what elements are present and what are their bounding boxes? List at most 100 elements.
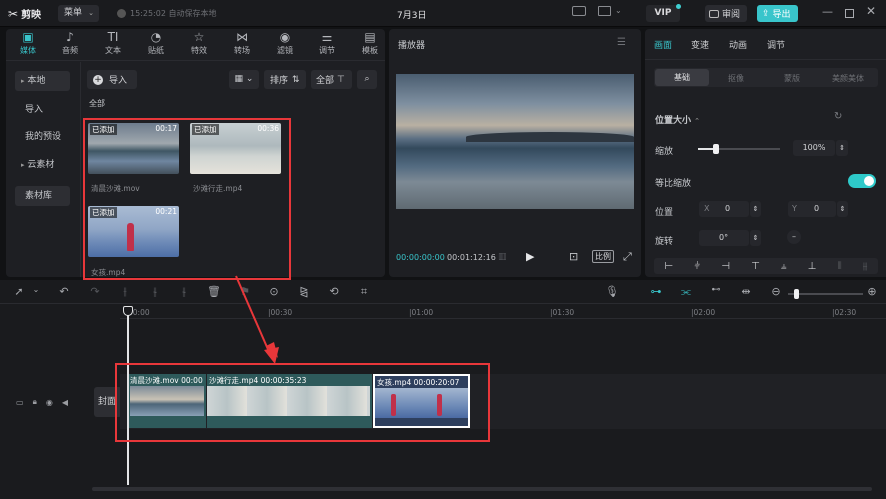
keyboard-icon[interactable] — [572, 6, 586, 16]
minimize-icon[interactable]: — — [822, 5, 833, 18]
play-icon[interactable]: ▶ — [526, 250, 534, 263]
tab-transition[interactable]: ⋈ 转场 — [227, 30, 257, 56]
mirror-icon[interactable]: ⧎ — [297, 285, 311, 298]
tab-template-label: 模板 — [362, 46, 378, 55]
playhead-handle[interactable] — [123, 306, 133, 316]
preview-axis-icon[interactable]: ⇹ — [738, 285, 754, 298]
menu-button[interactable]: 菜单 ⌄ — [58, 5, 99, 22]
subtab-basic[interactable]: 基础 — [655, 69, 709, 86]
delete-icon[interactable]: 🗑 — [207, 285, 221, 298]
position-x-input[interactable]: X0 — [699, 201, 749, 217]
maximize-icon[interactable] — [845, 9, 854, 18]
prop-tab-picture[interactable]: 画面 — [654, 38, 672, 51]
review-label: 审阅 — [722, 10, 741, 20]
cursor-mode-chevron-icon[interactable]: ⌄ — [29, 285, 43, 294]
align-top-icon[interactable]: ⊤ — [751, 261, 760, 272]
zoom-in-icon[interactable]: ⊕ — [866, 285, 878, 298]
layout-chevron-icon[interactable]: ⌄ — [615, 6, 622, 15]
split-right-icon[interactable]: ⫳ — [177, 285, 191, 299]
timeline-scrollbar[interactable] — [92, 487, 872, 491]
rotate-stepper[interactable]: ⇕ — [750, 230, 761, 246]
eye-icon[interactable]: ◉ — [46, 398, 53, 407]
undo-icon[interactable]: ↶ — [57, 285, 71, 298]
y-label: Y — [792, 204, 797, 213]
timecode-grid-icon[interactable]: ▥ — [498, 252, 507, 262]
sort-button[interactable]: 排序 ⇅ — [264, 70, 306, 89]
view-toggle-button[interactable]: ▦ ⌄ — [229, 70, 259, 89]
select-cursor-icon[interactable]: ➚ — [12, 285, 26, 298]
audio-icon: ♪ — [66, 30, 74, 44]
rotate-dial-icon[interactable]: – — [787, 230, 801, 244]
ratio-button[interactable]: 比例 — [592, 250, 614, 263]
close-icon[interactable]: ✕ — [866, 4, 876, 18]
search-button[interactable]: ⌕ — [357, 70, 377, 89]
tab-filter[interactable]: ◉ 滤镜 — [270, 30, 300, 56]
prop-tab-animation[interactable]: 动画 — [729, 38, 747, 51]
split-left-icon[interactable]: ⫳ — [148, 285, 162, 299]
align-left-icon[interactable]: ⊢ — [665, 261, 674, 272]
import-button[interactable]: + 导入 — [87, 70, 137, 89]
rotate-input[interactable]: 0° — [699, 230, 749, 246]
tab-sticker[interactable]: ◔ 贴纸 — [141, 30, 171, 56]
scale-slider-handle[interactable] — [712, 144, 719, 154]
subtab-beauty[interactable]: 美颜美体 — [832, 73, 864, 84]
filter-all-button[interactable]: 全部 ⊤ — [311, 70, 352, 89]
zoom-slider-handle[interactable] — [794, 289, 799, 299]
distribute-h-icon[interactable]: ⫴ — [837, 261, 841, 272]
align-bottom-icon[interactable]: ⊥ — [808, 261, 817, 272]
highlight-box — [83, 118, 291, 280]
sidebar-item-presets[interactable]: 我的预设 — [15, 127, 70, 147]
subtab-mask[interactable]: 蒙版 — [784, 73, 800, 84]
tab-text[interactable]: TI 文本 — [98, 30, 128, 56]
distribute-v-icon[interactable]: ⫵ — [863, 261, 868, 272]
sidebar-item-library[interactable]: 素材库 — [15, 186, 70, 206]
vip-button[interactable]: VIP — [646, 4, 681, 22]
tab-audio[interactable]: ♪ 音频 — [55, 30, 85, 56]
align-middle-v-icon[interactable]: ⫨ — [781, 261, 787, 272]
zoom-out-icon[interactable]: ⊖ — [770, 285, 782, 298]
check-circle-icon — [117, 9, 126, 18]
link-icon[interactable]: ⊷ — [708, 285, 724, 295]
tab-media[interactable]: ▣ 媒体 — [13, 30, 43, 56]
subtab-cutout[interactable]: 抠像 — [728, 73, 744, 84]
tab-adjust[interactable]: ⚌ 调节 — [312, 30, 342, 56]
auto-snap-icon[interactable]: ⫘ — [678, 285, 694, 299]
align-center-h-icon[interactable]: ⫩ — [694, 261, 700, 272]
align-right-icon[interactable]: ⊣ — [721, 261, 730, 272]
player-menu-icon[interactable]: ☰ — [617, 37, 626, 48]
track-cover-icon[interactable]: ▭ — [16, 398, 24, 407]
prop-tab-adjust[interactable]: 调节 — [767, 38, 785, 51]
scale-stepper[interactable]: ⇕ — [836, 140, 848, 156]
redo-icon[interactable]: ↷ — [88, 285, 102, 298]
scale-input[interactable]: 100% — [793, 140, 835, 156]
position-y-input[interactable]: Y0 — [788, 201, 836, 217]
rotate-clip-icon[interactable]: ⟲ — [327, 285, 341, 298]
sidebar-item-cloud[interactable]: ▸ 云素材 — [15, 155, 70, 175]
volume-icon[interactable]: ◀︎ — [62, 398, 68, 407]
sidebar-item-local[interactable]: ▸ 本地 — [15, 71, 70, 91]
lock-icon[interactable]: 🔒︎ — [33, 397, 37, 407]
layout-icon[interactable] — [598, 6, 611, 16]
split-icon[interactable]: ⫲ — [118, 285, 132, 299]
tab-template[interactable]: ▤ 模板 — [355, 30, 385, 56]
prop-tab-speed[interactable]: 变速 — [691, 38, 709, 51]
video-preview[interactable] — [396, 74, 634, 209]
reset-icon[interactable]: ↻ — [834, 111, 842, 122]
tab-effects[interactable]: ☆ 特效 — [184, 30, 214, 56]
uniform-scale-toggle[interactable] — [848, 174, 876, 188]
zoom-slider-track[interactable] — [788, 289, 863, 299]
fullscreen-crop-icon[interactable]: ⊡ — [569, 250, 578, 263]
microphone-icon[interactable]: 🎙 — [605, 285, 619, 298]
crop-icon[interactable]: ⌗ — [357, 285, 371, 299]
position-x-stepper[interactable]: ⇕ — [750, 201, 761, 217]
export-button[interactable]: ⇪ 导出 — [757, 5, 798, 22]
review-button[interactable]: 审阅 — [705, 5, 747, 22]
main-track-magnet-icon[interactable]: ⊶ — [648, 285, 664, 298]
expand-icon[interactable]: ⤢ — [623, 250, 632, 264]
media-icon: ▣ — [22, 30, 34, 44]
section-label: 全部 — [89, 99, 105, 108]
tab-divider — [6, 60, 385, 61]
scale-slider-track[interactable] — [698, 144, 780, 154]
position-y-stepper[interactable]: ⇕ — [837, 201, 848, 217]
sidebar-item-import[interactable]: 导入 — [15, 100, 70, 120]
